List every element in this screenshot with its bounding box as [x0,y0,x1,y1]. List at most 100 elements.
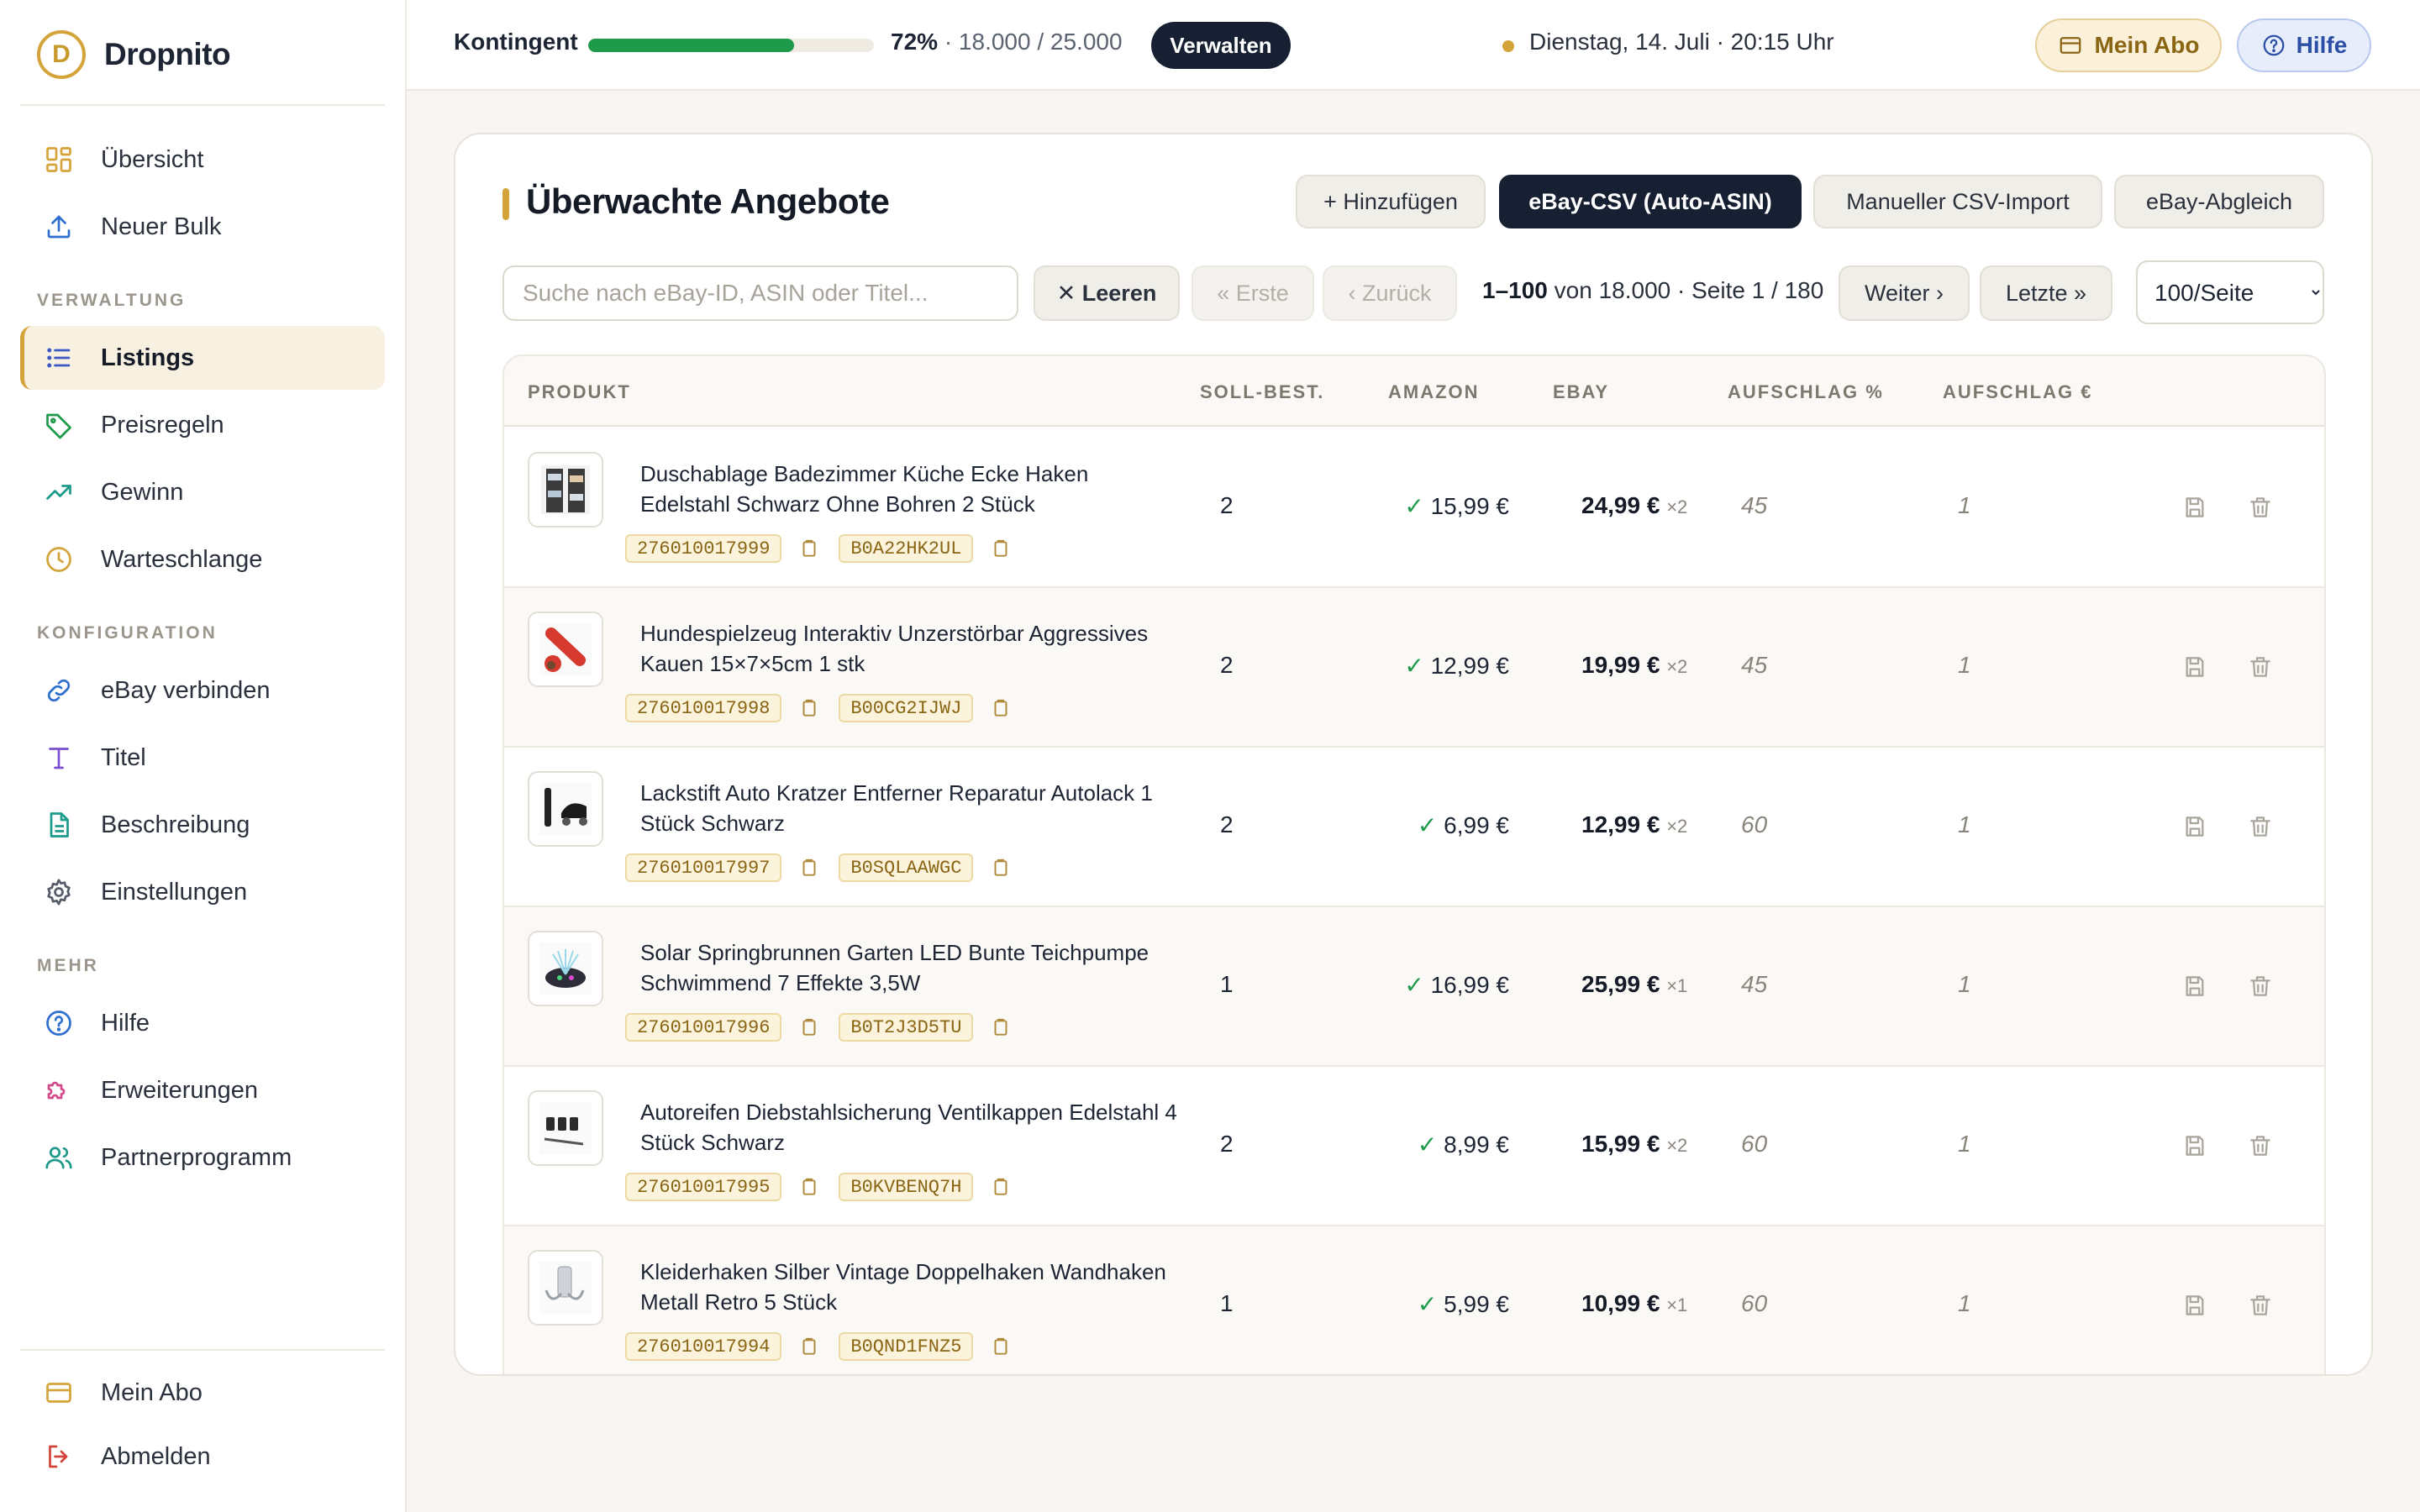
product-thumbnail[interactable] [528,612,603,687]
sidebar-item-abmelden[interactable]: Abmelden [20,1425,385,1488]
table-row[interactable]: Lackstift Auto Kratzer Entferner Reparat… [504,748,2324,907]
next-page-button[interactable]: Weiter › [1839,265,1970,321]
product-title[interactable]: Duschablage Badezimmer Küche Ecke Haken … [640,459,1178,519]
copy-icon[interactable] [990,857,1012,879]
copy-icon[interactable] [798,1016,820,1038]
sidebar-item-preisregeln[interactable]: Preisregeln [20,393,385,457]
sidebar-item-hilfe[interactable]: Hilfe [20,991,385,1055]
first-page-button[interactable]: « Erste [1192,265,1314,321]
quota-label: Kontingent [454,29,578,55]
amazon-price-value: 5,99 € [1444,1291,1509,1317]
add-button[interactable]: + Hinzufügen [1296,175,1486,228]
aufschlag-percent[interactable]: 45 [1741,652,1767,679]
copy-icon[interactable] [990,1336,1012,1357]
aufschlag-euro[interactable]: 1 [1958,811,1971,838]
product-thumbnail[interactable] [528,931,603,1006]
mein-abo-button[interactable]: Mein Abo [2035,18,2222,72]
aufschlag-percent[interactable]: 45 [1741,971,1767,998]
trash-icon[interactable] [2247,494,2274,521]
column-header-amazon[interactable]: AMAZON [1388,381,1480,403]
sidebar-item-partnerprogramm[interactable]: Partnerprogramm [20,1126,385,1189]
product-thumbnail[interactable] [528,1250,603,1326]
save-icon[interactable] [2181,973,2208,1000]
product-thumbnail[interactable] [528,771,603,847]
copy-icon[interactable] [990,1016,1012,1038]
ebay-csv-button[interactable]: eBay-CSV (Auto-ASIN) [1499,175,1802,228]
product-title[interactable]: Lackstift Auto Kratzer Entferner Reparat… [640,778,1178,838]
sidebar-item-ebay-verbinden[interactable]: eBay verbinden [20,659,385,722]
save-icon[interactable] [2181,1132,2208,1159]
sidebar-item-listings[interactable]: Listings [20,326,385,390]
help-button[interactable]: Hilfe [2237,18,2371,72]
copy-icon[interactable] [990,1176,1012,1198]
aufschlag-euro[interactable]: 1 [1958,1290,1971,1317]
product-title[interactable]: Solar Springbrunnen Garten LED Bunte Tei… [640,937,1178,998]
copy-icon[interactable] [798,697,820,719]
copy-icon[interactable] [798,857,820,879]
aufschlag-percent[interactable]: 45 [1741,492,1767,519]
aufschlag-percent[interactable]: 60 [1741,811,1767,838]
column-header-aufschlag-pct[interactable]: AUFSCHLAG % [1728,381,1884,403]
sidebar-item-einstellungen[interactable]: Einstellungen [20,860,385,924]
copy-icon[interactable] [798,538,820,559]
save-icon[interactable] [2181,494,2208,521]
manage-button[interactable]: Verwalten [1151,22,1291,69]
table-row[interactable]: Hundespielzeug Interaktiv Unzerstörbar A… [504,588,2324,748]
trash-icon[interactable] [2247,813,2274,840]
product-title[interactable]: Autoreifen Diebstahlsicherung Ventilkapp… [640,1097,1178,1158]
save-icon[interactable] [2181,813,2208,840]
brand[interactable]: D Dropnito [37,30,231,79]
table-row[interactable]: Solar Springbrunnen Garten LED Bunte Tei… [504,907,2324,1067]
status-dot [1502,40,1514,52]
sidebar-item-warteschlange[interactable]: Warteschlange [20,528,385,591]
trash-icon[interactable] [2247,1132,2274,1159]
sidebar-item-beschreibung[interactable]: Beschreibung [20,793,385,857]
aufschlag-percent[interactable]: 60 [1741,1290,1767,1317]
prev-page-button[interactable]: ‹ Zurück [1323,265,1457,321]
per-page-select[interactable]: 100/Seite [2136,260,2324,324]
ebay-price-value: 25,99 € [1581,971,1660,997]
trash-icon[interactable] [2247,654,2274,680]
copy-icon[interactable] [798,1336,820,1357]
column-header-soll[interactable]: SOLL-BEST. [1200,381,1324,403]
sidebar-item-gewinn[interactable]: Gewinn [20,460,385,524]
manual-csv-import-button[interactable]: Manueller CSV-Import [1813,175,2102,228]
table-row[interactable]: Autoreifen Diebstahlsicherung Ventilkapp… [504,1067,2324,1226]
asin-badge: B0KVBENQ7H [839,1173,974,1201]
ebay-id-badge: 276010017996 [625,1013,782,1042]
soll-bestand: 1 [1220,1290,1234,1316]
sidebar-item-mein-abo[interactable]: Mein Abo [20,1361,385,1425]
table-row[interactable]: Duschablage Badezimmer Küche Ecke Haken … [504,428,2324,588]
copy-icon[interactable] [798,1176,820,1198]
check-icon: ✓ [1417,1291,1444,1317]
aufschlag-euro[interactable]: 1 [1958,492,1971,519]
copy-icon[interactable] [990,538,1012,559]
last-page-button[interactable]: Letzte » [1980,265,2112,321]
product-title[interactable]: Kleiderhaken Silber Vintage Doppelhaken … [640,1257,1178,1317]
trash-icon[interactable] [2247,1292,2274,1319]
column-header-ebay[interactable]: EBAY [1553,381,1609,403]
product-thumbnail[interactable] [528,452,603,528]
save-icon[interactable] [2181,1292,2208,1319]
sidebar-item-erweiterungen[interactable]: Erweiterungen [20,1058,385,1122]
clear-button[interactable]: ✕ Leeren [1034,265,1180,321]
sidebar-item-titel[interactable]: Titel [20,726,385,790]
trash-icon[interactable] [2247,973,2274,1000]
sidebar-item-uebersicht[interactable]: Übersicht [20,128,385,192]
aufschlag-euro[interactable]: 1 [1958,971,1971,998]
copy-icon[interactable] [990,697,1012,719]
table-row[interactable]: Kleiderhaken Silber Vintage Doppelhaken … [504,1226,2324,1374]
column-header-produkt[interactable]: PRODUKT [528,381,631,403]
search-input[interactable] [502,265,1018,321]
product-image [539,783,592,835]
ebay-price: 19,99 € ×2 [1581,652,1687,679]
aufschlag-percent[interactable]: 60 [1741,1131,1767,1158]
ebay-sync-button[interactable]: eBay-Abgleich [2114,175,2324,228]
column-header-aufschlag-eur[interactable]: AUFSCHLAG € [1943,381,2092,403]
sidebar-item-neuer-bulk[interactable]: Neuer Bulk [20,195,385,259]
aufschlag-euro[interactable]: 1 [1958,652,1971,679]
save-icon[interactable] [2181,654,2208,680]
product-thumbnail[interactable] [528,1090,603,1166]
product-title[interactable]: Hundespielzeug Interaktiv Unzerstörbar A… [640,618,1178,679]
aufschlag-euro[interactable]: 1 [1958,1131,1971,1158]
